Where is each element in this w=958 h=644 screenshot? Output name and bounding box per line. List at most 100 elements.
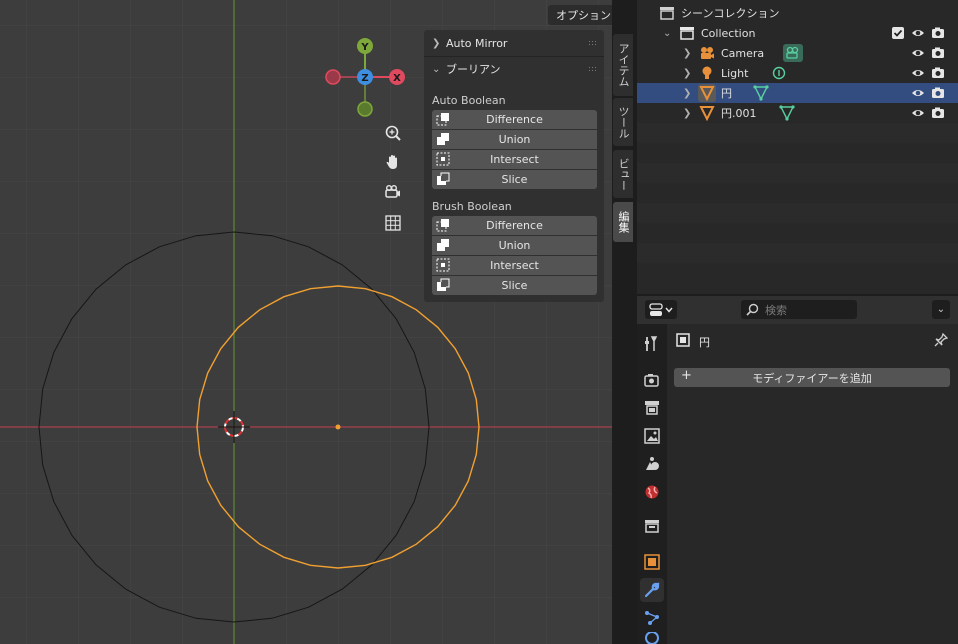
zoom-icon	[385, 125, 401, 141]
chevron-right-icon: ❯	[432, 37, 441, 49]
eye-icon[interactable]	[911, 26, 925, 40]
render-camera-icon[interactable]	[931, 26, 945, 40]
auto-mirror-header[interactable]: ❯ Auto Mirror	[424, 31, 604, 55]
chevron-right-icon[interactable]: ❯	[683, 108, 691, 119]
zoom-button[interactable]	[380, 120, 406, 146]
properties-header: 検索 ⌄	[637, 296, 958, 324]
tab-edit[interactable]: 編集	[613, 202, 633, 242]
outliner-item-camera[interactable]: ❯ Camera	[637, 43, 958, 63]
svg-text:X: X	[393, 73, 401, 84]
properties-tabs	[637, 324, 667, 644]
boolean-header[interactable]: ⌄ ブーリアン	[424, 57, 604, 81]
outliner-item-light[interactable]: ❯ Light	[637, 63, 958, 83]
tab-output[interactable]	[640, 396, 664, 420]
tab-collection[interactable]	[640, 514, 664, 538]
brush-union-button[interactable]: Union	[432, 236, 597, 255]
svg-text:Y: Y	[360, 42, 369, 53]
drag-grip-icon[interactable]	[588, 66, 598, 72]
tab-scene[interactable]	[640, 452, 664, 476]
svg-text:Z: Z	[361, 73, 368, 84]
world-icon	[645, 485, 659, 499]
options-dropdown[interactable]: オプション ⌄	[548, 5, 612, 25]
auto-union-button[interactable]: Union	[432, 130, 597, 149]
collection-icon	[645, 520, 659, 533]
tab-view-layer[interactable]	[640, 424, 664, 448]
auto-intersect-button[interactable]: Intersect	[432, 150, 597, 169]
eye-icon[interactable]	[911, 46, 925, 60]
3d-viewport[interactable]: Y X Z オプション ⌄ ❯ Auto Mirror ⌄ ブーリアン Auto…	[0, 0, 612, 644]
outliner-item-circle[interactable]: ❯ 円	[637, 83, 958, 103]
collection-icon	[680, 27, 694, 40]
pan-button[interactable]	[380, 149, 406, 175]
object-name: 円	[699, 336, 710, 349]
editor-type-selector[interactable]	[645, 300, 677, 319]
auto-mirror-label: Auto Mirror	[446, 36, 508, 50]
boolean-union-icon	[437, 133, 449, 145]
ortho-toggle-button[interactable]	[380, 210, 406, 236]
brush-slice-button[interactable]: Slice	[432, 276, 597, 295]
tab-tool-settings[interactable]	[640, 332, 664, 356]
auto-slice-button[interactable]: Slice	[432, 170, 597, 189]
search-placeholder: 検索	[765, 303, 787, 317]
camera-data-icon[interactable]	[783, 44, 803, 62]
chevron-right-icon[interactable]: ❯	[683, 68, 691, 79]
auto-boolean-label: Auto Boolean	[432, 94, 506, 107]
sidebar-panel: ❯ Auto Mirror ⌄ ブーリアン Auto Boolean Diffe…	[424, 30, 604, 302]
tab-object[interactable]	[640, 550, 664, 574]
scene-collection-row[interactable]: シーンコレクション	[637, 3, 958, 23]
boolean-intersect-icon	[436, 258, 450, 272]
tab-particles[interactable]	[640, 606, 664, 630]
options-label: オプション	[556, 9, 611, 22]
physics-icon	[645, 632, 659, 644]
render-camera-icon[interactable]	[931, 86, 945, 100]
boolean-slice-icon	[437, 278, 450, 291]
chevron-down-icon: ⌄	[432, 63, 441, 75]
gizmo-neg-y	[357, 101, 373, 117]
chevron-down-icon: ⌄	[936, 304, 946, 315]
mesh-data-icon[interactable]	[779, 105, 795, 121]
tab-physics[interactable]	[640, 632, 664, 644]
light-data-icon[interactable]	[771, 65, 787, 81]
tab-tool[interactable]: ツール	[613, 98, 633, 146]
add-modifier-button[interactable]: + モディファイアーを追加	[674, 368, 950, 387]
auto-difference-button[interactable]: Difference	[432, 110, 597, 129]
camera-view-icon	[385, 185, 400, 198]
render-icon	[644, 374, 659, 387]
drag-grip-icon[interactable]	[588, 40, 598, 46]
hand-pan-icon	[386, 155, 397, 169]
render-camera-icon[interactable]	[931, 66, 945, 80]
chevron-right-icon[interactable]: ❯	[683, 88, 691, 99]
chevron-right-icon[interactable]: ❯	[683, 48, 691, 59]
tool-icon	[645, 336, 658, 351]
tab-modifiers[interactable]	[640, 578, 664, 602]
outliner-item-circle-001[interactable]: ❯ 円.001	[637, 103, 958, 123]
brush-difference-button[interactable]: Difference	[432, 216, 597, 235]
chevron-down-icon[interactable]: ⌄	[663, 28, 671, 39]
pin-icon[interactable]	[934, 333, 948, 347]
view-layer-icon	[644, 428, 660, 444]
object-icon	[644, 554, 660, 570]
search-input[interactable]: 検索	[741, 300, 857, 319]
scene-icon	[646, 457, 659, 470]
wrench-icon	[644, 582, 660, 598]
boolean-difference-icon	[436, 219, 449, 232]
properties-editor: 検索 ⌄ 円 + モディファイアーを追加	[637, 296, 958, 644]
eye-icon[interactable]	[911, 66, 925, 80]
search-icon	[746, 303, 759, 316]
render-camera-icon[interactable]	[931, 106, 945, 120]
eye-icon[interactable]	[911, 106, 925, 120]
camera-view-button[interactable]	[380, 179, 406, 205]
tab-world[interactable]	[640, 480, 664, 504]
collection-row[interactable]: ⌄ Collection	[637, 23, 958, 43]
object-origin	[335, 424, 341, 430]
mesh-data-icon[interactable]	[753, 85, 769, 101]
options-dropdown-button[interactable]: ⌄	[932, 300, 950, 319]
tab-item[interactable]: アイテム	[613, 34, 633, 96]
render-camera-icon[interactable]	[931, 46, 945, 60]
eye-icon[interactable]	[911, 86, 925, 100]
brush-intersect-button[interactable]: Intersect	[432, 256, 597, 275]
tab-render[interactable]	[640, 368, 664, 392]
checkbox-icon[interactable]	[891, 26, 905, 40]
scene-collection-icon	[660, 7, 674, 20]
tab-view[interactable]: ビュー	[613, 150, 633, 198]
